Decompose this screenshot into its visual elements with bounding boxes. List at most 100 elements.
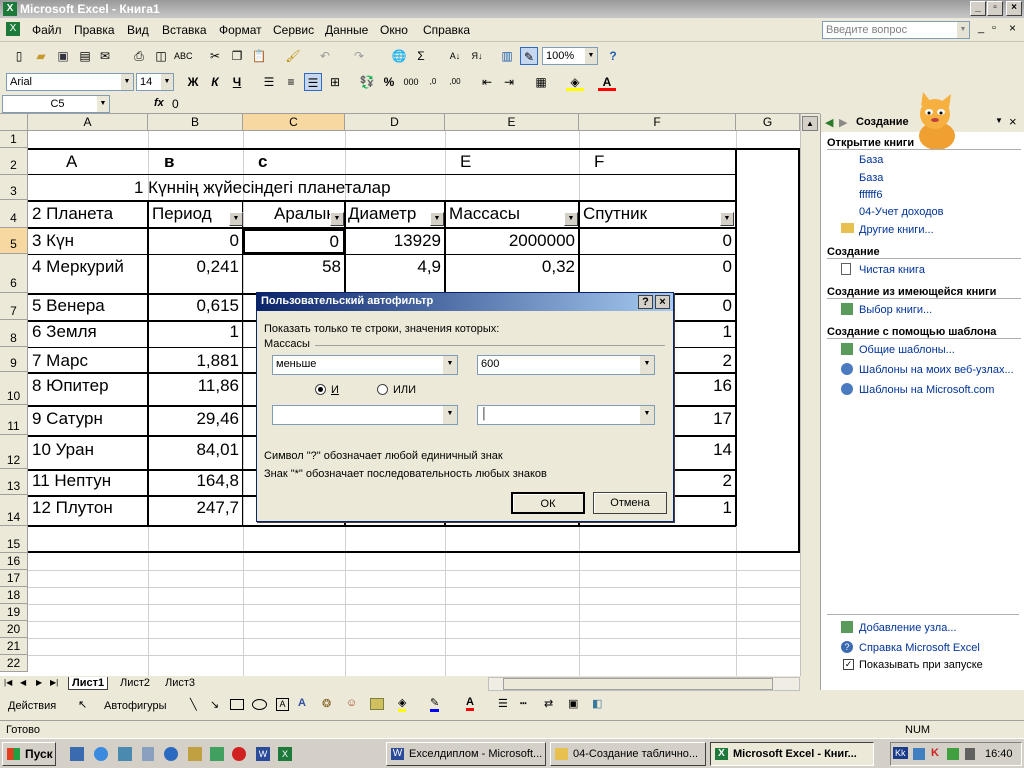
help-dropdown-arrow[interactable]: ▼ [957,22,969,38]
dialog-help-button[interactable]: ? [638,295,653,309]
align-right-icon[interactable]: ☰ [304,73,322,91]
operator2-select[interactable]: ▼ [272,405,458,425]
quicklaunch-tool-icon[interactable] [188,747,202,761]
cell-b9[interactable]: 1,881 [148,351,243,371]
drawing-icon[interactable]: ✎ [520,47,538,65]
cell-a14[interactable]: 12 Плутон [32,498,113,518]
prev-sheet-icon[interactable]: ◀ [20,678,26,687]
cell-b7[interactable]: 0,615 [148,296,243,316]
undo-icon[interactable]: ↶ [316,47,334,65]
filter-dropdown-button[interactable]: ▼ [229,212,243,226]
quicklaunch-excel-icon[interactable]: X [278,747,292,761]
template-link[interactable]: Шаблоны на моих веб-узлах... [859,364,1014,376]
row-header[interactable]: 11 [0,405,28,435]
cell-c5[interactable]: 0 [243,229,345,254]
header-period[interactable]: Период [152,204,212,224]
operator1-select[interactable]: меньше ▼ [272,355,458,375]
and-label[interactable]: И [331,384,339,396]
name-box[interactable]: C5 ▼ [2,95,110,113]
cell-a2[interactable]: A [66,152,77,172]
cell-b12[interactable]: 84,01 [148,440,243,460]
cell-a6[interactable]: 4 Меркурий [32,257,124,277]
col-header-e[interactable]: E [445,114,579,131]
cut-icon[interactable]: ✂ [206,47,224,65]
cell-a9[interactable]: 7 Марс [32,351,88,371]
quicklaunch-notepad-icon[interactable] [142,747,154,761]
font-size-dropdown-arrow[interactable]: ▼ [161,74,173,90]
menu-insert[interactable]: Вставка [162,23,207,37]
col-header-b[interactable]: B [148,114,243,131]
cell-c6[interactable]: 58 [243,257,345,277]
doc-restore-icon[interactable]: ▫ [992,22,996,34]
row-header[interactable]: 7 [0,293,28,320]
excel-doc-icon[interactable]: X [6,22,20,36]
recent-file-link[interactable]: ffffff6 [859,189,882,201]
fill-color-draw-icon[interactable]: ◈ [398,696,407,712]
underline-button[interactable]: Ч [228,73,246,91]
increase-indent-icon[interactable]: ⇥ [500,73,518,91]
cell-a7[interactable]: 5 Венера [32,296,105,316]
font-color-icon[interactable]: A [598,73,616,91]
sheet-tab-2[interactable]: Лист2 [117,677,153,689]
first-sheet-icon[interactable]: |◀ [4,678,12,687]
paste-icon[interactable]: 📋 [250,47,268,65]
hyperlink-icon[interactable]: 🌐 [390,47,408,65]
header-diameter[interactable]: Диаметр [348,204,416,224]
help-icon[interactable]: ? [604,47,622,65]
cell-e6[interactable]: 0,32 [445,257,579,277]
row-header[interactable]: 12 [0,435,28,469]
cancel-button[interactable]: Отмена [593,492,667,514]
filter-dropdown-button[interactable]: ▼ [564,212,578,226]
zoom-dropdown-arrow[interactable]: ▼ [585,48,597,64]
cell-b5[interactable]: 0 [148,231,243,251]
font-combo[interactable]: Arial ▼ [6,73,134,91]
row-header[interactable]: 17 [0,570,28,587]
cell-a11[interactable]: 9 Сатурн [32,409,103,429]
cell-f5[interactable]: 0 [579,231,736,251]
restore-button[interactable]: ▫ [987,1,1003,16]
task-excel-active[interactable]: X Microsoft Excel - Книг... [710,742,874,766]
sheet-tab-3[interactable]: Лист3 [162,677,198,689]
align-left-icon[interactable]: ☰ [260,73,278,91]
row-header[interactable]: 22 [0,655,28,672]
fx-icon[interactable]: fx [154,97,164,109]
oval-icon[interactable] [252,699,267,710]
print-icon[interactable]: ⎙ [130,47,148,65]
wordart-icon[interactable]: A [298,697,306,709]
row-header[interactable]: 3 [0,175,28,200]
col-header-d[interactable]: D [345,114,445,131]
task-folder[interactable]: 04-Создание таблично... [550,742,706,766]
close-button[interactable]: × [1006,1,1022,16]
actions-menu[interactable]: Действия [8,700,56,712]
col-header-f[interactable]: F [579,114,736,131]
sheet-tab-1[interactable]: Лист1 [68,677,109,690]
quicklaunch-outlook-icon[interactable] [118,747,132,761]
language-indicator[interactable]: Kk [893,747,908,759]
row-header[interactable]: 6 [0,254,28,293]
doc-close-icon[interactable]: × [1009,21,1016,35]
email-icon[interactable]: ✉ [96,47,114,65]
menu-tools[interactable]: Сервис [273,23,314,37]
value1-dropdown-arrow[interactable]: ▼ [640,356,654,374]
forward-icon[interactable]: ▶ [839,116,847,129]
row-header[interactable]: 15 [0,526,28,553]
doc-minimize-icon[interactable]: _ [978,22,984,34]
operator2-dropdown-arrow[interactable]: ▼ [443,406,457,424]
and-radio[interactable] [315,384,326,395]
cell-b2[interactable]: в [164,152,174,172]
cell-b8[interactable]: 1 [148,322,243,342]
row-header[interactable]: 8 [0,320,28,347]
print-preview-icon[interactable]: ◫ [152,47,170,65]
font-dropdown-arrow[interactable]: ▼ [121,74,133,90]
tray-icon[interactable] [913,748,925,760]
hscroll-thumb[interactable] [503,678,773,690]
rectangle-icon[interactable] [230,699,244,710]
cell-e2[interactable]: E [460,152,471,172]
percent-button[interactable]: % [380,73,398,91]
font-size-combo[interactable]: 14 ▼ [136,73,174,91]
sort-asc-icon[interactable]: А↓ [446,47,464,65]
zoom-combo[interactable]: 100% ▼ [542,47,598,65]
or-label[interactable]: ИЛИ [393,384,416,396]
align-center-icon[interactable]: ≡ [282,73,300,91]
decrease-decimal-icon[interactable]: ,00 [446,73,464,91]
